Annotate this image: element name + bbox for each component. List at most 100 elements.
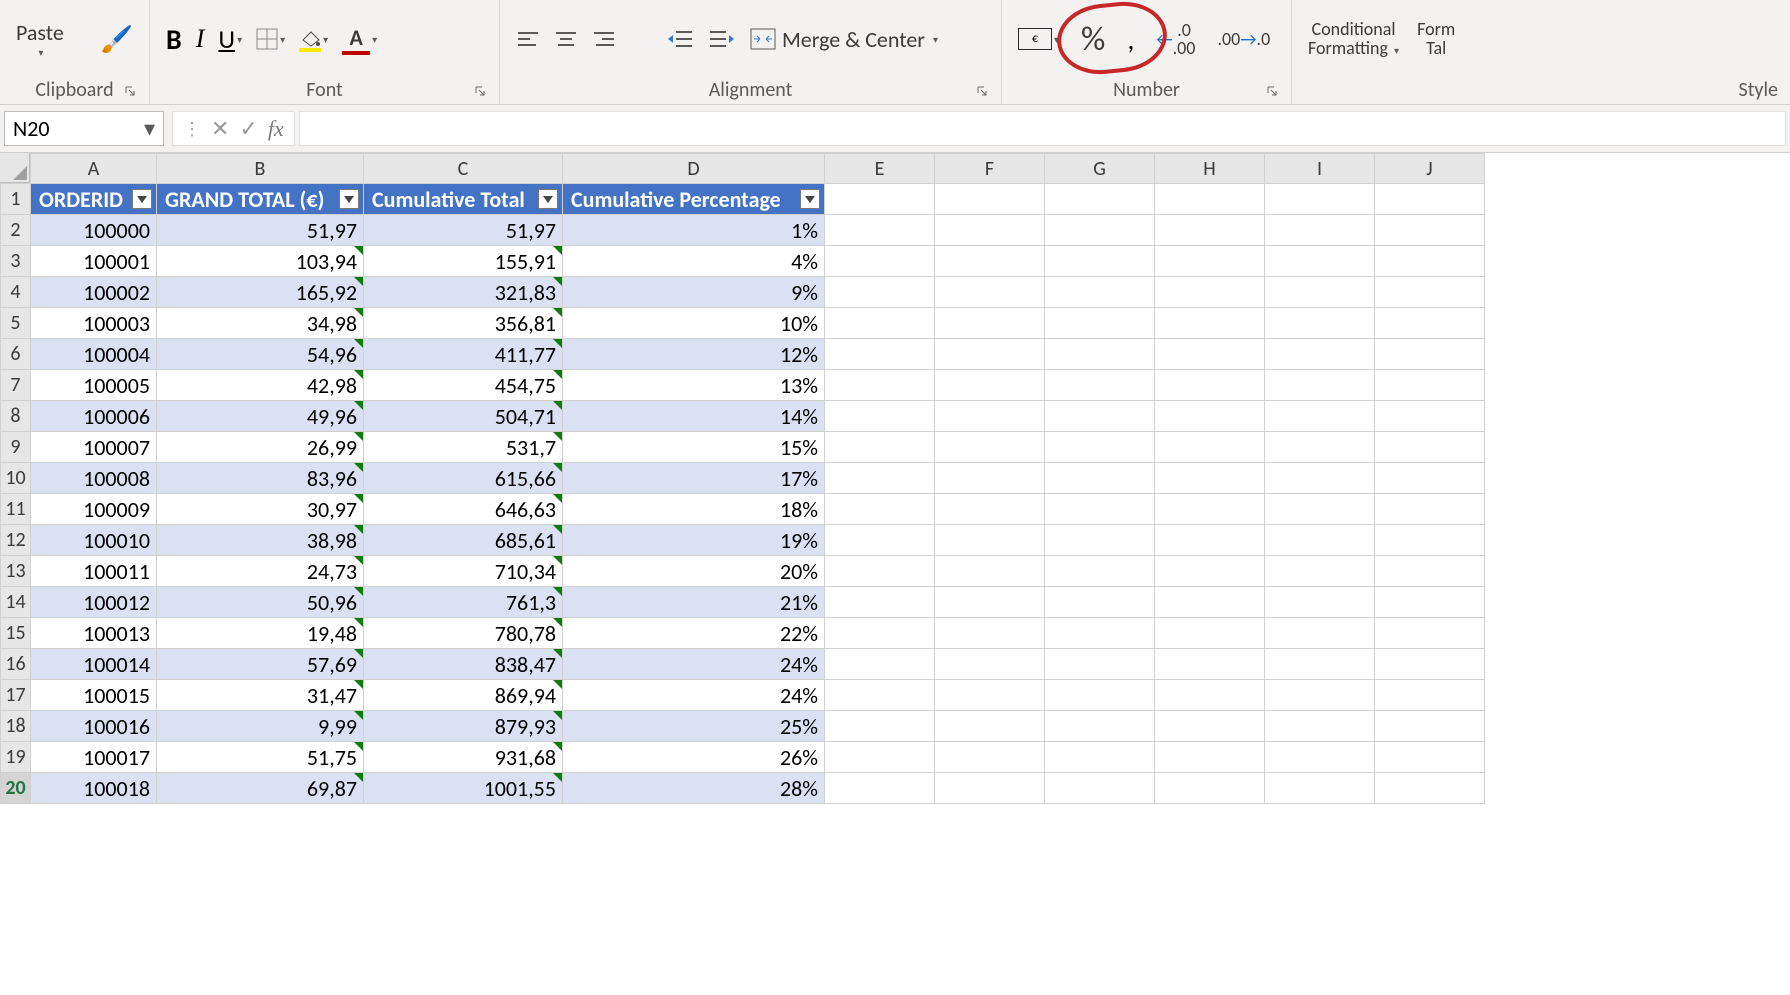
cell[interactable] [935,649,1045,680]
cell[interactable] [1155,556,1265,587]
cell[interactable]: 54,96 [157,339,364,370]
cell[interactable]: 57,69 [157,649,364,680]
cell[interactable] [1045,463,1155,494]
cell[interactable] [1375,184,1485,215]
cell[interactable] [1045,525,1155,556]
cell[interactable]: 22% [563,618,825,649]
column-header-H[interactable]: H [1155,154,1265,184]
cell[interactable] [825,463,935,494]
cell[interactable] [1375,494,1485,525]
cell[interactable] [825,432,935,463]
cell[interactable]: 38,98 [157,525,364,556]
cell[interactable] [825,215,935,246]
cell[interactable]: 30,97 [157,494,364,525]
cell[interactable] [935,494,1045,525]
insert-function-button[interactable]: fx [268,116,284,142]
cell[interactable]: 321,83 [364,277,563,308]
cell[interactable] [935,184,1045,215]
cell[interactable] [1265,525,1375,556]
cell[interactable] [1155,277,1265,308]
cell[interactable]: 26% [563,742,825,773]
cell[interactable]: 100000 [31,215,157,246]
cell[interactable] [1265,432,1375,463]
cell[interactable] [1155,370,1265,401]
cell[interactable] [1045,680,1155,711]
cell[interactable] [1155,525,1265,556]
row-header[interactable]: 5 [1,308,31,339]
cell[interactable]: 100010 [31,525,157,556]
row-header[interactable]: 15 [1,618,31,649]
cell[interactable]: 100012 [31,587,157,618]
filter-dropdown-button[interactable] [538,189,558,209]
cell[interactable]: 454,75 [364,370,563,401]
align-right-button[interactable] [588,27,620,51]
cell[interactable]: 9% [563,277,825,308]
cell[interactable] [1155,742,1265,773]
cell[interactable] [935,401,1045,432]
cell[interactable] [1045,587,1155,618]
cell[interactable] [1265,742,1375,773]
cell[interactable] [1155,184,1265,215]
cell[interactable] [1155,401,1265,432]
cell[interactable] [1265,246,1375,277]
cell[interactable] [1045,401,1155,432]
cell[interactable] [1375,711,1485,742]
cell[interactable] [1155,308,1265,339]
cell[interactable] [935,432,1045,463]
cell[interactable]: 155,91 [364,246,563,277]
cell[interactable] [1045,618,1155,649]
cell[interactable] [935,556,1045,587]
cell[interactable]: 83,96 [157,463,364,494]
cell[interactable] [1155,494,1265,525]
cell[interactable]: 780,78 [364,618,563,649]
cell[interactable]: 69,87 [157,773,364,804]
cell[interactable]: 1% [563,215,825,246]
cell[interactable] [1375,587,1485,618]
row-header[interactable]: 1 [1,184,31,215]
name-box[interactable]: N20 ▾ [4,111,164,146]
select-all-button[interactable] [0,153,30,183]
cell[interactable]: 51,75 [157,742,364,773]
cell[interactable]: 21% [563,587,825,618]
cell[interactable]: 710,34 [364,556,563,587]
cell[interactable]: 100013 [31,618,157,649]
cell[interactable]: 100001 [31,246,157,277]
cell[interactable] [1265,401,1375,432]
cell[interactable] [1045,649,1155,680]
cell[interactable] [825,556,935,587]
cell[interactable] [1265,711,1375,742]
paste-button[interactable]: Paste ▾ [12,17,68,61]
cell[interactable]: 100006 [31,401,157,432]
cell[interactable] [825,494,935,525]
cell[interactable] [935,525,1045,556]
cell[interactable] [1045,432,1155,463]
cell[interactable] [935,246,1045,277]
row-header[interactable]: 19 [1,742,31,773]
cell[interactable] [1375,339,1485,370]
cell[interactable] [825,742,935,773]
cell[interactable] [1045,556,1155,587]
cell[interactable]: 103,94 [157,246,364,277]
cell[interactable]: 100008 [31,463,157,494]
cell[interactable] [1375,525,1485,556]
cell[interactable]: 685,61 [364,525,563,556]
row-header[interactable]: 11 [1,494,31,525]
row-header[interactable]: 17 [1,680,31,711]
cell[interactable] [1265,184,1375,215]
accounting-format-button[interactable]: €▾ [1014,26,1063,52]
cell[interactable] [825,618,935,649]
cell[interactable] [935,711,1045,742]
cell[interactable] [1265,556,1375,587]
row-header[interactable]: 10 [1,463,31,494]
cell[interactable] [1155,463,1265,494]
cell[interactable]: 761,3 [364,587,563,618]
cell[interactable] [825,587,935,618]
cell[interactable] [1265,308,1375,339]
cell[interactable] [825,649,935,680]
cell[interactable] [1265,339,1375,370]
cell[interactable] [1265,773,1375,804]
cancel-formula-button[interactable]: ✕ [211,115,229,142]
column-header-B[interactable]: B [157,154,364,184]
cell[interactable] [1375,742,1485,773]
merge-center-button[interactable]: Merge & Center ▾ [746,24,942,55]
